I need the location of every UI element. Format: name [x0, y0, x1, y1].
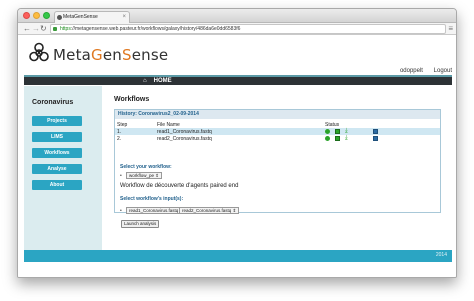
launch-analysis-label: Launch analysis: [124, 221, 157, 226]
view-icon[interactable]: [335, 135, 340, 141]
browser-tab[interactable]: MetaGenSense ×: [54, 11, 130, 23]
sidebar-item-lims[interactable]: LIMS: [32, 132, 82, 142]
row-status: ⤓: [323, 135, 440, 142]
maximize-window-button[interactable]: [43, 12, 50, 19]
menu-icon[interactable]: ≡: [448, 24, 453, 34]
browser-toolbar: ← → ↻ https://metagensense.web.pasteur.f…: [18, 23, 456, 35]
input2-select[interactable]: read2_Coronavirus.fastq ⇕: [179, 207, 240, 214]
history-title: History: Coronavirus2_02-09-2014: [115, 110, 440, 119]
home-label: HOME: [153, 78, 172, 84]
column-header-file-name: File Name: [157, 121, 180, 128]
sidebar-item-about[interactable]: About: [32, 180, 82, 190]
view-icon[interactable]: [335, 128, 340, 134]
input2-select-value: read2_Coronavirus.fastq: [182, 208, 232, 213]
save-icon[interactable]: [373, 135, 378, 141]
row-file-name: read2_Coronavirus.fastq: [157, 135, 212, 142]
top-navbar: ⌂ HOME: [24, 75, 452, 85]
title-bar: MetaGenSense ×: [18, 9, 456, 23]
row-status: ⤓: [323, 128, 440, 135]
user-bar: odoppelt Logout: [391, 68, 452, 74]
tab-title: MetaGenSense: [63, 14, 98, 20]
download-icon[interactable]: ⤓: [345, 135, 350, 141]
close-window-button[interactable]: [23, 12, 30, 19]
sidebar-item-workflows[interactable]: Workflows: [32, 148, 82, 158]
launch-analysis-button[interactable]: Launch analysis: [121, 220, 160, 228]
home-icon: ⌂: [143, 78, 147, 84]
reload-icon[interactable]: ↻: [40, 24, 47, 34]
sidebar-item-projects[interactable]: Projects: [32, 116, 82, 126]
project-title: Coronavirus: [32, 99, 74, 106]
workflow-select[interactable]: workflow_pe ⇕: [126, 172, 163, 179]
back-arrow-icon[interactable]: ←: [23, 24, 31, 34]
main-content: Workflows History: Coronavirus2_02-09-20…: [102, 86, 452, 250]
save-icon[interactable]: [373, 128, 378, 134]
biohazard-logo-icon: [29, 42, 49, 62]
url-path: ://metagensense.web.pasteur.fr/workflows…: [70, 26, 241, 32]
web-page: MetaGenSense odoppelt Logout ⌂ HOME Coron…: [18, 36, 456, 277]
minimize-window-button[interactable]: [33, 12, 40, 19]
footer-year: 2014: [435, 252, 447, 258]
sidebar-item-analyse[interactable]: Analyse: [32, 164, 82, 174]
input1-select-value: read1_Coronavirus.fastq: [129, 208, 179, 213]
table-header-row: Step File Name Status: [115, 121, 440, 128]
table-row[interactable]: 1. read1_Coronavirus.fastq ⤓: [115, 128, 440, 135]
tab-close-icon[interactable]: ×: [122, 12, 126, 23]
select-inputs-label: Select workflow's input(s):: [120, 196, 184, 202]
table-row[interactable]: 2. read2_Coronavirus.fastq ⤓: [115, 135, 440, 142]
row-step: 1.: [115, 128, 155, 135]
url-scheme: https: [60, 26, 71, 32]
row-step: 2.: [117, 135, 122, 142]
username-link[interactable]: odoppelt: [400, 68, 423, 74]
workflow-radio[interactable]: •: [120, 173, 122, 179]
logout-link[interactable]: Logout: [434, 68, 452, 74]
status-ok-icon: [325, 135, 330, 141]
select-workflow-label: Select your workflow:: [120, 164, 172, 170]
column-header-status: Status: [325, 121, 340, 128]
address-bar[interactable]: https://metagensense.web.pasteur.fr/work…: [50, 24, 446, 34]
browser-window: MetaGenSense × ← → ↻ https://metagensens…: [17, 8, 457, 278]
lock-icon: [53, 27, 57, 31]
download-icon[interactable]: ⤓: [345, 128, 350, 134]
column-header-step: Step: [117, 121, 128, 128]
favicon-icon: [57, 15, 62, 20]
inputs-radio[interactable]: •: [120, 208, 122, 214]
workflow-description: Workflow de découverte d'agents paired e…: [120, 183, 239, 189]
home-link[interactable]: ⌂ HOME: [143, 77, 172, 85]
footer: 2014: [24, 250, 452, 262]
sidebar: Coronavirus Projects LIMS Workflows Anal…: [24, 86, 102, 250]
forward-arrow-icon[interactable]: →: [32, 24, 40, 34]
history-table: Step File Name Status 1. read1_Coronavir…: [115, 121, 440, 142]
content-layout: Coronavirus Projects LIMS Workflows Anal…: [24, 86, 452, 250]
input1-select[interactable]: read1_Coronavirus.fastq ⇕: [126, 207, 187, 214]
page-title: Workflows: [114, 96, 150, 103]
status-ok-icon: [325, 128, 330, 134]
workflow-select-value: workflow_pe: [129, 173, 155, 178]
logo-wordmark: MetaGenSense: [53, 46, 169, 64]
row-file-name: read1_Coronavirus.fastq: [155, 128, 323, 135]
